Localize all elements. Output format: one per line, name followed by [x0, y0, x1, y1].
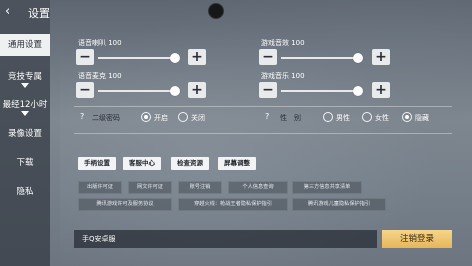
gender-male-radio[interactable]	[323, 112, 333, 122]
service-agreement-link[interactable]: 腾讯游戏许可及服务协议	[78, 198, 172, 211]
sfx-volume-slider[interactable]	[281, 57, 361, 59]
mic-volume-label: 语音麦克 100	[78, 72, 122, 80]
speaker-volume-knob[interactable]	[170, 53, 180, 63]
back-arrow-icon[interactable]: ‹	[5, 4, 10, 19]
camera-notch	[208, 3, 224, 19]
privacy-guideline-link[interactable]: 穿越火线：枪战王者隐私保护指引	[178, 198, 288, 211]
server-label: 手Q安卓服	[82, 235, 116, 243]
mic-minus-button[interactable]: −	[76, 82, 94, 98]
page-title: 设置	[28, 7, 50, 20]
online-culture-license-link[interactable]: 网文许可证	[128, 181, 172, 194]
help-icon[interactable]: ?	[265, 112, 269, 121]
sfx-volume-knob[interactable]	[353, 53, 363, 63]
music-minus-button[interactable]: −	[259, 82, 277, 98]
gender-female-label: 女性	[375, 114, 389, 122]
controller-settings-button[interactable]: 手柄设置	[78, 157, 116, 170]
gender-hidden-radio[interactable]	[402, 112, 412, 122]
chevron-down-icon	[21, 111, 29, 116]
password-label: 二级密码	[92, 114, 120, 122]
sfx-plus-button[interactable]: +	[372, 49, 390, 65]
sidebar-item-competitive[interactable]: 竞技专属	[0, 70, 50, 88]
mic-plus-button[interactable]: +	[188, 82, 206, 98]
gender-male-label: 男性	[336, 114, 350, 122]
publishing-license-link[interactable]: 出版许可证	[78, 181, 122, 194]
password-on-label: 开启	[154, 114, 168, 122]
gender-female-radio[interactable]	[362, 112, 372, 122]
sfx-volume-label: 游戏音效 100	[261, 39, 305, 47]
speaker-minus-button[interactable]: −	[76, 49, 94, 65]
account-deletion-link[interactable]: 账号注销	[178, 181, 222, 194]
speaker-volume-label: 语音喇叭 100	[78, 39, 122, 47]
password-off-radio[interactable]	[178, 112, 188, 122]
sidebar-item-general[interactable]: 通用设置	[0, 34, 50, 56]
screen-adjust-button[interactable]: 屏幕调整	[218, 157, 256, 170]
sidebar: 通用设置 竞技专属 最经12小时 录像设置 下载 隐私	[0, 0, 50, 266]
sidebar-item-recording[interactable]: 录像设置	[0, 127, 50, 139]
settings-screen: 通用设置 竞技专属 最经12小时 录像设置 下载 隐私 ‹ 设置 语音喇叭 10…	[0, 0, 472, 266]
personal-info-query-link[interactable]: 个人信息查询	[228, 181, 288, 194]
chevron-down-icon	[21, 83, 29, 88]
third-party-sharing-link[interactable]: 第三方信息共享清单	[292, 181, 362, 194]
speaker-plus-button[interactable]: +	[188, 49, 206, 65]
help-icon[interactable]: ?	[80, 112, 84, 121]
music-plus-button[interactable]: +	[372, 82, 390, 98]
password-off-label: 关闭	[191, 114, 205, 122]
music-volume-slider[interactable]	[281, 90, 361, 92]
divider	[74, 106, 452, 107]
child-privacy-link[interactable]: 腾讯游戏儿童隐私保护指引	[292, 198, 386, 211]
music-volume-knob[interactable]	[353, 86, 363, 96]
sidebar-item-download[interactable]: 下载	[0, 156, 50, 168]
gender-hidden-label: 隐藏	[415, 114, 429, 122]
check-resources-button[interactable]: 检查资源	[171, 157, 209, 170]
logout-button[interactable]: 注销登录	[382, 230, 452, 248]
sidebar-item-recent[interactable]: 最经12小时	[0, 98, 50, 116]
mic-volume-knob[interactable]	[170, 86, 180, 96]
password-on-radio[interactable]	[141, 112, 151, 122]
sfx-minus-button[interactable]: −	[259, 49, 277, 65]
customer-service-button[interactable]: 客服中心	[123, 157, 161, 170]
account-bar	[74, 230, 377, 248]
sidebar-item-privacy[interactable]: 隐私	[0, 185, 50, 197]
gender-label: 性 别	[280, 114, 301, 122]
music-volume-label: 游戏音乐 100	[261, 72, 305, 80]
speaker-volume-slider[interactable]	[98, 57, 178, 59]
divider	[74, 133, 452, 134]
mic-volume-slider[interactable]	[98, 90, 178, 92]
